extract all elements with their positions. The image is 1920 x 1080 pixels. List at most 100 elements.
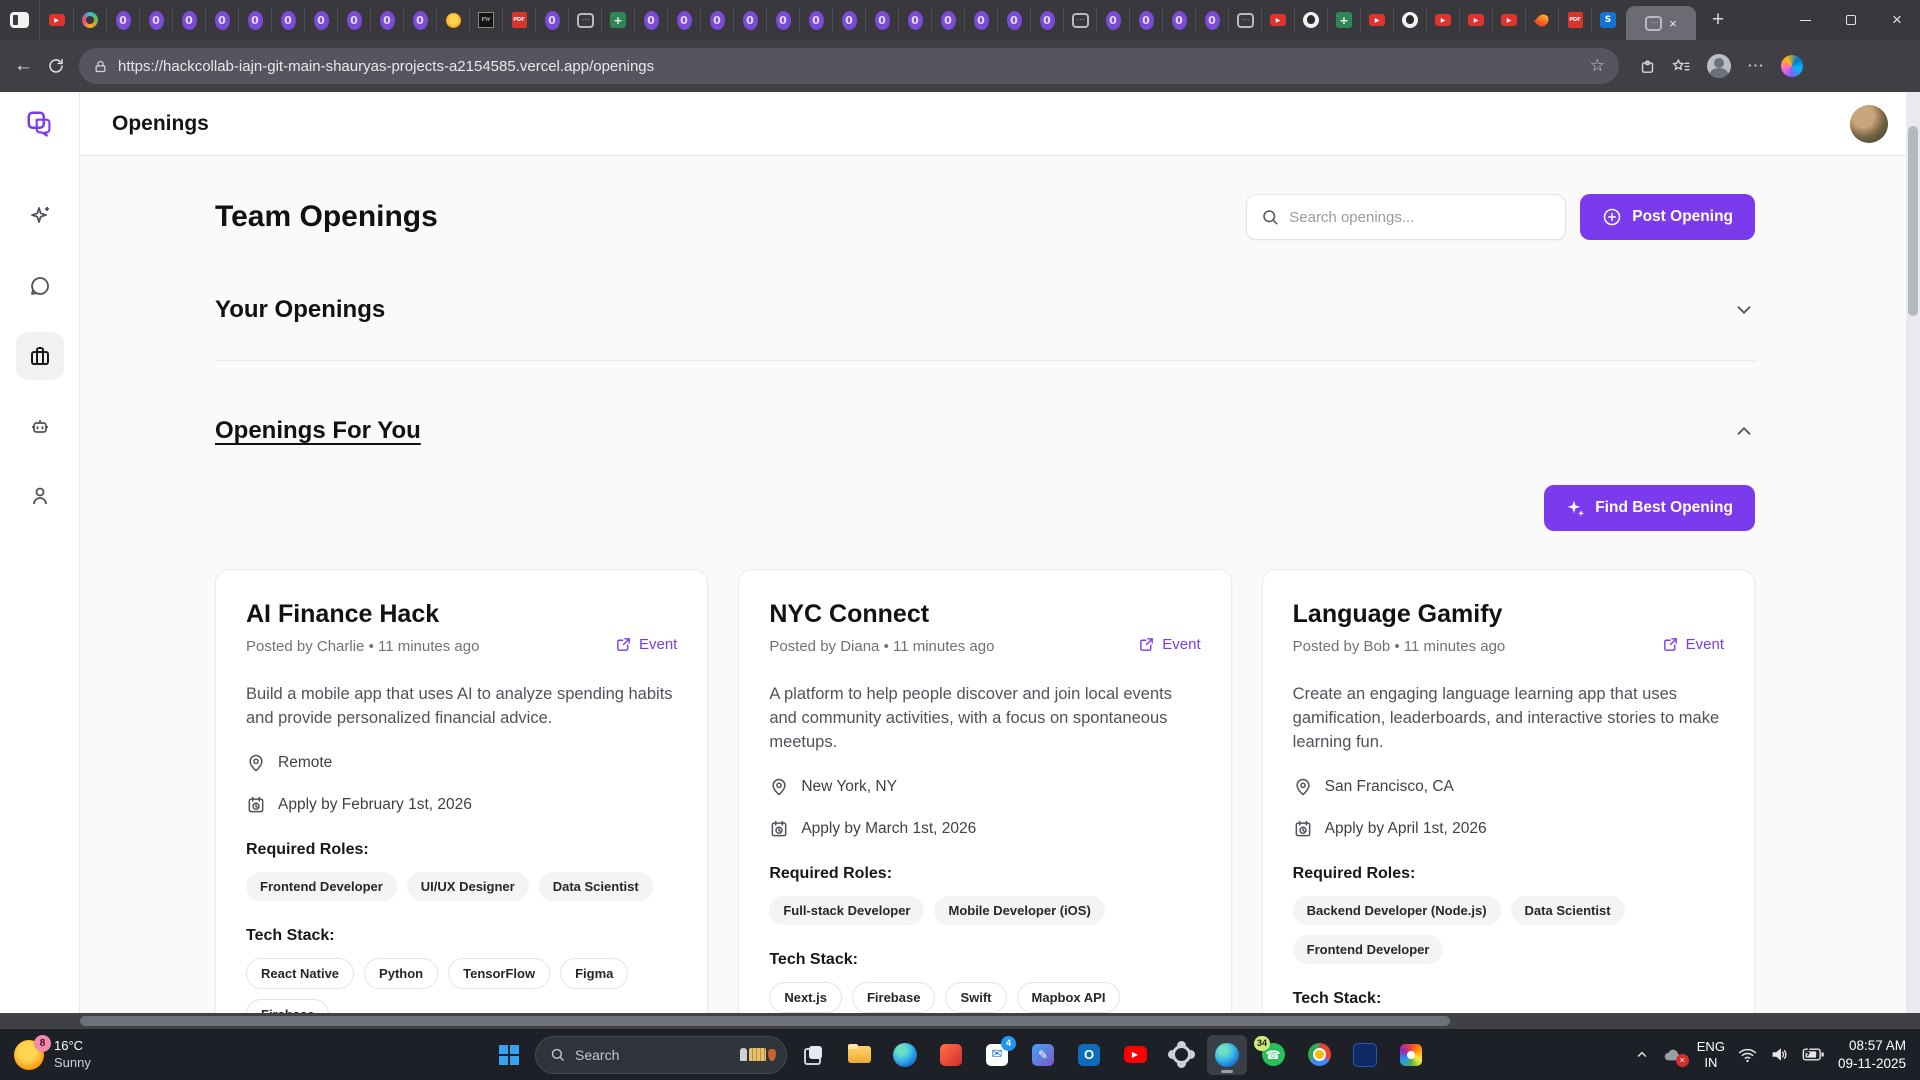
chevron-down-icon[interactable] (1733, 299, 1755, 321)
pinned-tab[interactable] (403, 7, 436, 33)
pinned-tab[interactable] (601, 7, 634, 33)
tab-close-icon[interactable]: × (1669, 17, 1677, 30)
pinned-tab[interactable] (1030, 7, 1063, 33)
refresh-button[interactable] (47, 57, 65, 75)
paint-icon[interactable] (1023, 1035, 1063, 1075)
pinned-tab[interactable] (469, 7, 502, 33)
pinned-tab[interactable] (106, 7, 139, 33)
pinned-tab[interactable] (1129, 7, 1162, 33)
find-best-opening-button[interactable]: Find Best Opening (1544, 485, 1755, 531)
pinned-tab[interactable] (271, 7, 304, 33)
pinned-tab[interactable] (799, 7, 832, 33)
pinned-tab[interactable] (304, 7, 337, 33)
event-link[interactable]: Event (1138, 636, 1200, 653)
pinned-tab[interactable] (337, 7, 370, 33)
start-button[interactable] (489, 1035, 529, 1075)
pinned-tab[interactable] (436, 7, 469, 33)
pinned-tab[interactable] (832, 7, 865, 33)
edge-icon[interactable] (885, 1035, 925, 1075)
sidebar-item-profile[interactable] (16, 472, 64, 520)
pinned-tab[interactable] (634, 7, 667, 33)
pinned-tab[interactable] (931, 7, 964, 33)
pinned-tab[interactable] (73, 7, 106, 33)
back-button[interactable]: ← (14, 55, 33, 77)
event-link[interactable]: Event (615, 636, 677, 653)
navy-app-icon[interactable] (1345, 1035, 1385, 1075)
sidebar-item-ai[interactable] (16, 192, 64, 240)
mail-icon[interactable]: 4 (977, 1035, 1017, 1075)
settings-icon[interactable] (1161, 1035, 1201, 1075)
pinned-tab[interactable] (1195, 7, 1228, 33)
vertical-scrollbar-thumb[interactable] (1908, 126, 1918, 316)
sidebar-item-bot[interactable] (16, 402, 64, 450)
pinned-tab[interactable] (997, 7, 1030, 33)
vertical-scrollbar[interactable] (1906, 92, 1920, 1013)
chevron-up-icon[interactable] (1733, 420, 1755, 442)
settings-more-icon[interactable]: ⋯ (1747, 56, 1765, 76)
red-app-icon[interactable] (931, 1035, 971, 1075)
post-opening-button[interactable]: Post Opening (1580, 194, 1755, 240)
horizontal-scrollbar-thumb[interactable] (80, 1016, 1450, 1026)
pinned-tab[interactable] (1525, 7, 1558, 33)
openings-search[interactable] (1246, 194, 1566, 240)
pinned-tab[interactable] (1459, 7, 1492, 33)
url-text[interactable]: https://hackcollab-iajn-git-main-shaurya… (118, 58, 1580, 75)
pinned-tab[interactable] (1492, 7, 1525, 33)
pinned-tab[interactable] (370, 7, 403, 33)
edge-active-icon[interactable] (1207, 1035, 1247, 1075)
clock[interactable]: 08:57 AM 09-11-2025 (1838, 1037, 1906, 1072)
event-link[interactable]: Event (1662, 636, 1724, 653)
pinned-tab[interactable] (865, 7, 898, 33)
favorites-icon[interactable] (1672, 58, 1691, 75)
photos-icon[interactable] (1391, 1035, 1431, 1075)
pinned-tab[interactable] (502, 7, 535, 33)
workspaces-button[interactable] (0, 0, 40, 40)
language-indicator[interactable]: ENG IN (1697, 1039, 1725, 1070)
wifi-icon[interactable] (1738, 1047, 1757, 1063)
section-openings-for-you[interactable]: Openings For You (215, 417, 1755, 445)
maximize-button[interactable] (1828, 0, 1874, 40)
bookmark-star-icon[interactable]: ☆ (1590, 56, 1605, 76)
close-window-button[interactable]: × (1874, 0, 1920, 40)
whatsapp-icon[interactable]: 34 (1253, 1035, 1293, 1075)
hidden-icons-chevron[interactable] (1635, 1048, 1649, 1062)
pinned-tab[interactable] (667, 7, 700, 33)
pinned-tab[interactable] (568, 7, 601, 33)
pinned-tab[interactable] (1558, 7, 1591, 33)
chrome-icon[interactable] (1299, 1035, 1339, 1075)
taskbar-search[interactable]: Search (535, 1036, 787, 1074)
pinned-tab[interactable] (1162, 7, 1195, 33)
copilot-icon[interactable] (1781, 55, 1803, 77)
pinned-tab[interactable] (964, 7, 997, 33)
pinned-tab[interactable] (40, 7, 73, 33)
pinned-tab[interactable] (1261, 7, 1294, 33)
sidebar-item-chat[interactable] (16, 262, 64, 310)
volume-icon[interactable] (1770, 1046, 1789, 1063)
pinned-tab[interactable] (700, 7, 733, 33)
pinned-tab[interactable] (1063, 7, 1096, 33)
pinned-tab[interactable] (1393, 7, 1426, 33)
pinned-tab[interactable] (535, 7, 568, 33)
pinned-tab[interactable] (733, 7, 766, 33)
pinned-tab[interactable] (205, 7, 238, 33)
outlook-icon[interactable] (1069, 1035, 1109, 1075)
app-logo[interactable] (0, 92, 79, 156)
pinned-tab[interactable] (1591, 7, 1624, 33)
battery-icon[interactable] (1802, 1047, 1825, 1062)
pinned-tab[interactable] (238, 7, 271, 33)
pinned-tab[interactable] (1096, 7, 1129, 33)
minimize-button[interactable] (1782, 0, 1828, 40)
pinned-tab[interactable] (1327, 7, 1360, 33)
user-avatar[interactable] (1850, 105, 1888, 143)
youtube-icon[interactable] (1115, 1035, 1155, 1075)
pinned-tab[interactable] (1228, 7, 1261, 33)
pinned-tab[interactable] (139, 7, 172, 33)
active-tab[interactable]: × (1626, 6, 1696, 40)
file-explorer-icon[interactable] (839, 1035, 879, 1075)
pinned-tab[interactable] (766, 7, 799, 33)
openings-search-input[interactable] (1289, 209, 1551, 226)
weather-widget[interactable]: 8 16°C Sunny (0, 1038, 230, 1071)
pinned-tab[interactable] (1294, 7, 1327, 33)
pinned-tab[interactable] (898, 7, 931, 33)
sidebar-item-openings[interactable] (16, 332, 64, 380)
